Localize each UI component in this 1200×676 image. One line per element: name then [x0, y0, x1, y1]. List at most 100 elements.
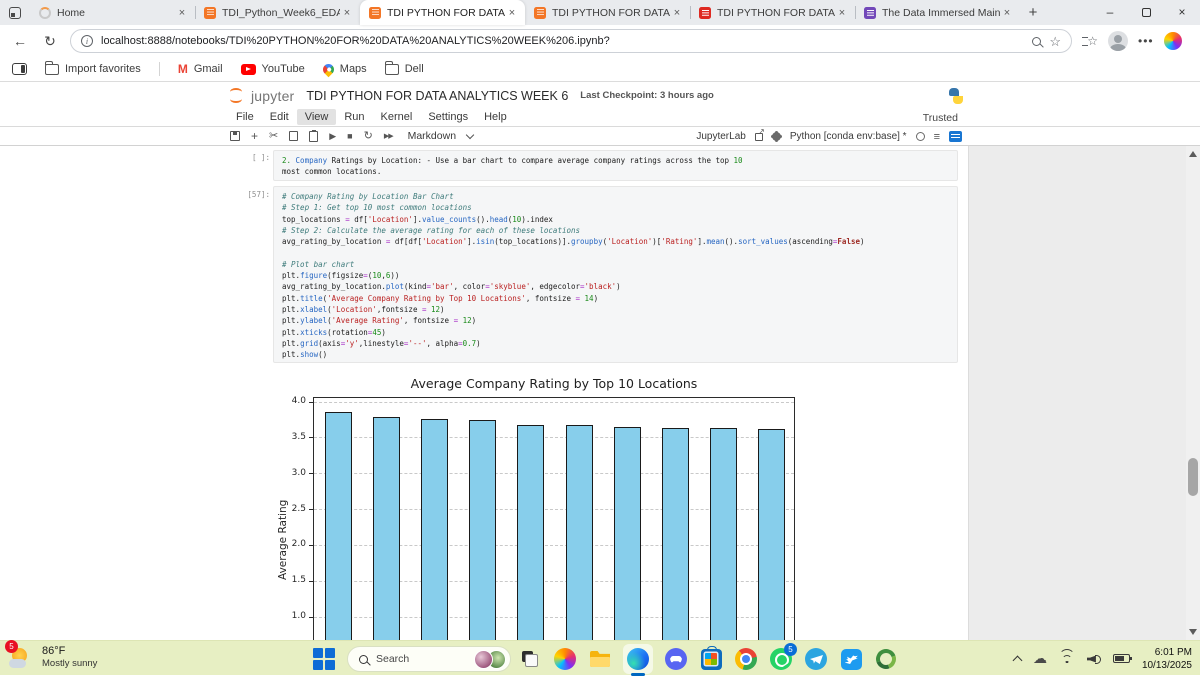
- favorite-gmail[interactable]: M Gmail: [178, 62, 223, 76]
- notebook-title[interactable]: TDI PYTHON FOR DATA ANALYTICS WEEK 6: [306, 89, 568, 103]
- cut-cell-button[interactable]: ✂: [269, 130, 278, 142]
- code-token: 'Location': [367, 214, 413, 224]
- menu-file[interactable]: File: [228, 109, 262, 125]
- volume-icon[interactable]: [1087, 653, 1101, 665]
- task-view-button[interactable]: [518, 647, 542, 671]
- jupyter-brand[interactable]: jupyter TDI PYTHON FOR DATA ANALYTICS WE…: [228, 87, 714, 104]
- tab-close-icon[interactable]: ×: [835, 6, 849, 20]
- tab-close-icon[interactable]: ×: [670, 6, 684, 20]
- telegram-button[interactable]: [804, 647, 828, 671]
- code-token: 'Location': [607, 237, 653, 247]
- site-info-icon[interactable]: i: [81, 35, 93, 47]
- tab-close-icon[interactable]: ×: [1000, 6, 1014, 20]
- taskbar-search-box[interactable]: Search: [347, 646, 511, 672]
- debugger-icon[interactable]: [771, 132, 781, 141]
- scrollbar-thumb[interactable]: [1188, 458, 1198, 496]
- copilot-button[interactable]: [553, 647, 577, 671]
- jupyter-menu-bar: File Edit View Run Kernel Settings Help …: [0, 108, 1200, 127]
- url-bar[interactable]: i localhost:8888/notebooks/TDI%20PYTHON%…: [70, 29, 1072, 53]
- vertical-scrollbar[interactable]: [1186, 146, 1200, 640]
- tab-search-button[interactable]: [0, 0, 30, 25]
- favorite-star-icon[interactable]: ☆: [1049, 35, 1061, 48]
- jupyter-brand-text: jupyter: [251, 87, 295, 104]
- copy-cell-button[interactable]: [289, 129, 304, 141]
- scroll-down-arrow-icon[interactable]: [1189, 629, 1197, 635]
- trending-search-thumbnail[interactable]: [474, 649, 493, 669]
- tab-home[interactable]: Home ×: [30, 0, 195, 25]
- chrome-button[interactable]: [734, 647, 758, 671]
- window-maximize-button[interactable]: [1128, 0, 1164, 24]
- code-token: 10: [372, 271, 382, 281]
- code-cell-input[interactable]: # Company Rating by Location Bar Chart # …: [273, 186, 958, 363]
- favorite-label: YouTube: [261, 63, 305, 75]
- start-button[interactable]: [313, 648, 335, 670]
- save-button[interactable]: [230, 131, 240, 141]
- notebook-scroll-area[interactable]: [ ]: 2. Company Ratings by Location: - U…: [0, 146, 968, 640]
- stop-kernel-button[interactable]: ■: [347, 131, 352, 141]
- back-button[interactable]: ←: [10, 33, 30, 49]
- paste-cell-button[interactable]: [309, 129, 319, 142]
- restart-run-all-button[interactable]: ▶▶: [384, 133, 394, 140]
- code-token: 'black': [584, 282, 617, 292]
- add-cell-button[interactable]: +: [251, 130, 258, 142]
- wifi-icon[interactable]: [1058, 648, 1075, 665]
- menu-kernel[interactable]: Kernel: [373, 109, 421, 125]
- code-token: figure: [300, 271, 328, 281]
- browser-menu-icon[interactable]: •••: [1138, 34, 1154, 48]
- refresh-button[interactable]: ↻: [40, 33, 60, 50]
- tab-data-immersed[interactable]: The Data Immersed Main Su ×: [855, 0, 1020, 25]
- tab-close-icon[interactable]: ×: [340, 6, 354, 20]
- code-token: 10: [512, 214, 522, 224]
- tray-expand-icon[interactable]: [1012, 655, 1023, 665]
- kernel-menu-icon[interactable]: ≡: [934, 131, 940, 143]
- markdown-source-cell[interactable]: 2. Company Ratings by Location: - Use a …: [273, 150, 958, 181]
- run-cell-button[interactable]: ▶: [329, 131, 336, 141]
- menu-settings[interactable]: Settings: [420, 109, 476, 125]
- loop-icon: [872, 645, 900, 673]
- tab-close-icon[interactable]: ×: [505, 6, 519, 20]
- code-token: ().: [724, 237, 739, 247]
- menu-edit[interactable]: Edit: [262, 109, 297, 125]
- notifications-icon[interactable]: [949, 131, 962, 142]
- cell-type-dropdown[interactable]: Markdown: [408, 130, 456, 142]
- twitter-button[interactable]: [839, 647, 863, 671]
- favorite-dell[interactable]: Dell: [384, 60, 424, 75]
- onedrive-icon[interactable]: ☁: [1033, 652, 1047, 666]
- file-explorer-button[interactable]: [588, 647, 612, 671]
- menu-view[interactable]: View: [296, 109, 337, 125]
- weather-widget[interactable]: 5 86°F Mostly sunny: [5, 640, 97, 670]
- clock[interactable]: 6:01 PM 10/13/2025: [1142, 646, 1192, 672]
- tab-week6-eda[interactable]: TDI_Python_Week6_EDA (1) ×: [195, 0, 360, 25]
- tab-week6-notebook-active[interactable]: TDI PYTHON FOR DATA ANA ×: [360, 0, 525, 25]
- kernel-name[interactable]: Python [conda env:base] *: [790, 131, 907, 142]
- discord-button[interactable]: [664, 647, 688, 671]
- import-favorites-button[interactable]: Import favorites: [45, 60, 141, 75]
- edge-button-active[interactable]: [623, 644, 653, 676]
- chevron-down-icon[interactable]: [465, 130, 475, 139]
- window-minimize-button[interactable]: –: [1092, 0, 1128, 24]
- tab-week6-notebook-2[interactable]: TDI PYTHON FOR DATA ANA ×: [525, 0, 690, 25]
- new-tab-button[interactable]: +: [1020, 0, 1046, 25]
- sidebar-toggle-icon[interactable]: [12, 63, 27, 75]
- menu-run[interactable]: Run: [336, 109, 372, 125]
- zoom-page-icon[interactable]: [1032, 36, 1042, 46]
- loop-button[interactable]: [872, 645, 900, 673]
- trusted-button[interactable]: Trusted: [919, 110, 962, 126]
- microsoft-store-button[interactable]: [699, 645, 723, 671]
- tab-week6-pdf[interactable]: TDI PYTHON FOR DATA ANA ×: [690, 0, 855, 25]
- profile-avatar[interactable]: [1108, 31, 1128, 51]
- url-text[interactable]: localhost:8888/notebooks/TDI%20PYTHON%20…: [101, 35, 1024, 47]
- favorite-maps[interactable]: Maps: [320, 61, 367, 77]
- favorite-youtube[interactable]: YouTube: [240, 63, 305, 75]
- battery-icon[interactable]: [1112, 654, 1133, 663]
- menu-help[interactable]: Help: [476, 109, 515, 125]
- restart-kernel-button[interactable]: ↻: [364, 130, 373, 142]
- tab-close-icon[interactable]: ×: [175, 6, 189, 20]
- scroll-up-arrow-icon[interactable]: [1189, 151, 1197, 157]
- external-link-icon[interactable]: [754, 127, 765, 141]
- collections-icon[interactable]: [1082, 34, 1098, 48]
- window-close-button[interactable]: ×: [1164, 0, 1200, 24]
- copilot-icon[interactable]: [1163, 32, 1182, 50]
- whatsapp-button[interactable]: 5: [769, 643, 797, 671]
- jupyterlab-link[interactable]: JupyterLab: [696, 131, 745, 142]
